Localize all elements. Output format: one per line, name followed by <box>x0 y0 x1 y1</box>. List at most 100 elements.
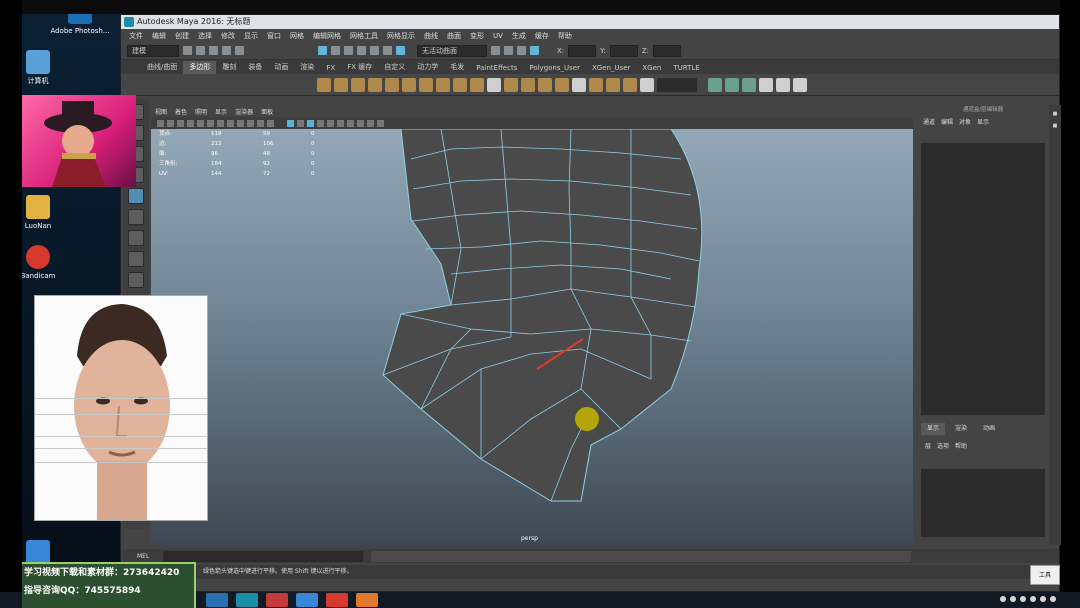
append-icon[interactable] <box>589 77 603 92</box>
custom-shelf-button[interactable] <box>657 77 697 92</box>
layer-menu-help[interactable]: 帮助 <box>955 441 967 450</box>
select-by-hierarchy-icon[interactable] <box>318 46 327 55</box>
menu-help[interactable]: 帮助 <box>558 31 572 41</box>
camera-attributes-icon[interactable] <box>157 119 164 127</box>
select-by-object-icon[interactable] <box>331 46 340 55</box>
layout-side-icon[interactable] <box>128 272 144 288</box>
extract-icon[interactable] <box>487 77 501 92</box>
safe-title-icon[interactable] <box>247 119 254 127</box>
layer-menu-options[interactable]: 选项 <box>937 441 949 450</box>
wireframe-icon[interactable] <box>257 119 264 127</box>
shelf-tab-sculpt[interactable]: 雕刻 <box>216 61 242 74</box>
bookmark-icon[interactable] <box>167 119 174 127</box>
poly-sphere-icon[interactable] <box>317 77 331 92</box>
grid-icon[interactable] <box>187 119 194 127</box>
isolate-select-icon[interactable] <box>307 119 314 127</box>
x-field[interactable] <box>568 44 597 57</box>
poly-plane-icon[interactable] <box>385 77 399 92</box>
select-by-component-icon[interactable] <box>344 46 353 55</box>
shelf-tab-fx-caching[interactable]: FX 缓存 <box>341 61 378 74</box>
poly-cylinder-icon[interactable] <box>351 77 365 92</box>
panel-menu-lighting[interactable]: 照明 <box>195 107 207 116</box>
automatic-map-icon[interactable] <box>742 77 756 92</box>
y-field[interactable] <box>609 44 638 57</box>
tab-object[interactable]: 对象 <box>959 117 971 126</box>
shelf-tab-xgen[interactable]: XGen <box>636 63 667 74</box>
shelf-tab-custom[interactable]: 自定义 <box>378 61 411 74</box>
menu-windows[interactable]: 窗口 <box>267 31 281 41</box>
shelf-tab-animation[interactable]: 动画 <box>268 61 294 74</box>
multi-cut-icon[interactable] <box>640 77 654 92</box>
film-gate-icon[interactable] <box>197 119 204 127</box>
shelf-tab-curves-surfaces[interactable]: 曲线/曲面 <box>141 61 183 74</box>
new-scene-icon[interactable] <box>183 46 192 55</box>
menu-uv[interactable]: UV <box>493 32 503 40</box>
uv-editor-icon[interactable] <box>708 77 722 92</box>
bridge-icon[interactable] <box>521 77 535 92</box>
shelf-tab-rigging[interactable]: 装备 <box>242 61 268 74</box>
tray-icon[interactable] <box>1010 596 1016 602</box>
bridge-edge-icon[interactable] <box>572 77 586 92</box>
smooth-icon[interactable] <box>504 77 518 92</box>
menu-mesh[interactable]: 网格 <box>290 31 304 41</box>
open-scene-icon[interactable] <box>196 46 205 55</box>
panel-menu-view[interactable]: 视图 <box>155 107 167 116</box>
head-mesh[interactable] <box>151 129 913 545</box>
xray-icon[interactable] <box>297 119 304 127</box>
poly-disc-icon[interactable] <box>419 77 433 92</box>
side-tab-channel-box[interactable]: ■ <box>1052 123 1058 129</box>
panel-menu-show[interactable]: 显示 <box>215 107 227 116</box>
taskbar-item-app2[interactable] <box>296 593 318 607</box>
mel-label[interactable]: MEL <box>123 553 163 560</box>
tab-channels[interactable]: 通道 <box>923 117 935 126</box>
mel-input[interactable] <box>163 550 363 562</box>
mode-dropdown[interactable]: 建模 <box>127 44 179 57</box>
poly-torus-icon[interactable] <box>402 77 416 92</box>
taskbar-item-maya[interactable] <box>236 593 258 607</box>
3d-viewport[interactable]: 顶点: 118 59 0 边: 212 106 0 面: 96 48 0 三角形… <box>151 129 913 545</box>
extrude-icon[interactable] <box>538 77 552 92</box>
menu-create[interactable]: 创建 <box>175 31 189 41</box>
taskbar-item-app[interactable] <box>266 593 288 607</box>
shelf-tab-fur[interactable]: 毛发 <box>444 61 470 74</box>
menu-select[interactable]: 选择 <box>198 31 212 41</box>
bevel-icon[interactable] <box>555 77 569 92</box>
tab-render-layers[interactable]: 渲染 <box>949 423 973 435</box>
live-surface-field[interactable]: 无活动曲面 <box>417 44 487 57</box>
tray-icon[interactable] <box>1050 596 1056 602</box>
layout-single-icon[interactable] <box>128 230 144 246</box>
menu-deform[interactable]: 变形 <box>470 31 484 41</box>
menu-edit[interactable]: 编辑 <box>152 31 166 41</box>
rotate-tool-icon[interactable] <box>128 188 144 204</box>
menu-surfaces[interactable]: 曲面 <box>447 31 461 41</box>
motion-blur-icon[interactable] <box>357 119 364 127</box>
tray-icon[interactable] <box>1040 596 1046 602</box>
shelf-tab-rendering[interactable]: 渲染 <box>294 61 320 74</box>
shelf-tab-polygons-user[interactable]: Polygons_User <box>523 63 586 74</box>
smooth-shade-icon[interactable] <box>267 119 274 127</box>
anti-aliasing-icon[interactable] <box>367 119 374 127</box>
resolution-gate-icon[interactable] <box>207 119 214 127</box>
snap-grid-icon[interactable] <box>357 46 366 55</box>
layout-four-icon[interactable] <box>128 251 144 267</box>
redo-icon[interactable] <box>235 46 244 55</box>
layer-list[interactable] <box>921 469 1045 537</box>
poly-cone-icon[interactable] <box>368 77 382 92</box>
tab-show[interactable]: 显示 <box>977 117 989 126</box>
menu-edit-mesh[interactable]: 编辑网格 <box>313 31 341 41</box>
make-live-icon[interactable] <box>396 46 405 55</box>
separate-icon[interactable] <box>470 77 484 92</box>
snap-curve-icon[interactable] <box>370 46 379 55</box>
shadows-icon[interactable] <box>337 119 344 127</box>
layer-menu-layers[interactable]: 层 <box>925 441 931 450</box>
combine-icon[interactable] <box>453 77 467 92</box>
menu-curves[interactable]: 曲线 <box>424 31 438 41</box>
depth-of-field-icon[interactable] <box>377 119 384 127</box>
textured-icon[interactable] <box>317 119 324 127</box>
taskbar-item-bandicam[interactable] <box>326 593 348 607</box>
insert-loop-icon[interactable] <box>606 77 620 92</box>
taskbar-item-chrome[interactable] <box>206 593 228 607</box>
ambient-occlusion-icon[interactable] <box>347 119 354 127</box>
field-chart-icon[interactable] <box>227 119 234 127</box>
poly-pipe-icon[interactable] <box>436 77 450 92</box>
